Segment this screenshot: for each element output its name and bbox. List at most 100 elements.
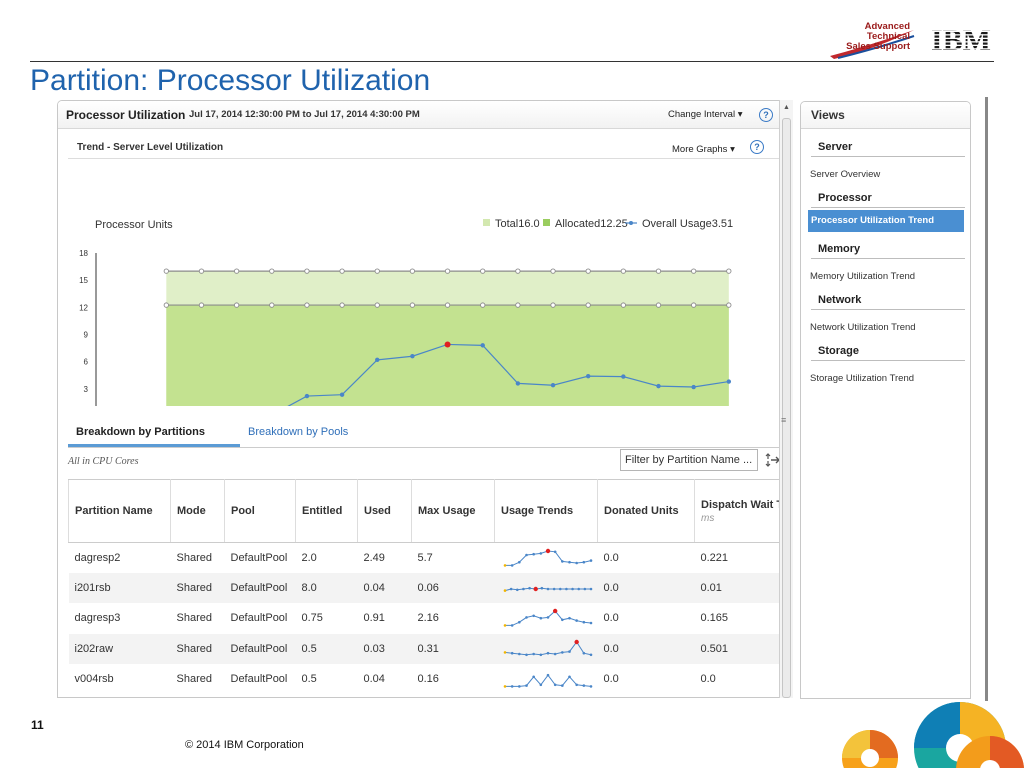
sparkline-point xyxy=(531,552,535,556)
col-usage-trends[interactable]: Usage Trends xyxy=(494,479,598,543)
sparkline-point xyxy=(546,651,549,655)
col-entitled[interactable]: Entitled xyxy=(295,479,358,543)
views-section-network: Network xyxy=(811,290,965,310)
cell-max-usage: 2.16 xyxy=(417,612,439,625)
col-donated-units[interactable]: Donated Units xyxy=(597,479,695,543)
point-total xyxy=(233,268,240,274)
col-partition-name[interactable]: Partition Name xyxy=(68,479,171,543)
sparkline-point xyxy=(540,586,543,590)
y-tick-label: 9 xyxy=(84,331,89,340)
cell-mode: Shared xyxy=(170,633,225,665)
point-overall-usage xyxy=(585,373,591,379)
cell-partition-name: v004rsb xyxy=(74,673,114,686)
help-icon[interactable]: ? xyxy=(750,140,764,154)
sparkline-point xyxy=(509,587,512,591)
sparkline-point xyxy=(567,650,571,653)
sparkline-point xyxy=(524,553,528,557)
sparkline-point xyxy=(553,683,556,687)
dropdown-caret-icon: ▾ xyxy=(730,144,735,155)
cell-pool: DefaultPool xyxy=(230,551,288,564)
point-allocated xyxy=(374,302,380,308)
table-row[interactable]: v004rsb Shared DefaultPool 0.5 0.04 0.16 0.0 0.… xyxy=(69,664,787,694)
tab-breakdown-pools[interactable]: Breakdown by Pools xyxy=(248,426,348,438)
window-scrollbar[interactable] xyxy=(985,97,988,701)
cell-partition-name: i201rsb xyxy=(68,572,171,604)
table-row[interactable]: i201rsb Shared DefaultPool 8.0 0.04 0.06 0.0 0.… xyxy=(68,572,786,604)
col-dispatch-wait-label: Dispatch Wait Time xyxy=(701,498,786,511)
sparkline-point xyxy=(573,639,579,645)
point-total xyxy=(480,268,486,274)
scrollbar-thumb[interactable] xyxy=(782,118,791,698)
panel-scrollbar[interactable]: ▲ xyxy=(779,100,793,698)
more-graphs-label: More Graphs xyxy=(672,144,728,155)
point-total xyxy=(163,268,169,274)
point-overall-usage xyxy=(621,374,626,379)
cell-entitled: 2.0 xyxy=(301,551,317,564)
view-item-memory-utilization-trend[interactable]: Memory Utilization Trend xyxy=(810,271,915,282)
y-tick-label: 12 xyxy=(79,303,88,312)
sparkline-point xyxy=(552,587,555,591)
cell-donated-units: 0.0 xyxy=(597,633,695,665)
sparkline-point xyxy=(558,587,562,591)
sparkline-point xyxy=(515,588,519,592)
more-graphs-menu[interactable]: More Graphs ▾ xyxy=(672,144,735,155)
col-used[interactable]: Used xyxy=(357,479,412,543)
col-max-usage[interactable]: Max Usage xyxy=(411,479,495,543)
cell-max-usage: 0.06 xyxy=(411,572,495,604)
legend-label: Total16.0 xyxy=(495,218,540,230)
sparkline-point xyxy=(560,618,564,622)
change-interval-menu[interactable]: Change Interval ▾ xyxy=(668,109,743,120)
sparkline-point xyxy=(539,653,542,656)
change-interval-label: Change Interval xyxy=(668,109,736,120)
point-total xyxy=(515,268,521,274)
point-allocated xyxy=(550,302,556,308)
view-item-network-utilization-trend[interactable]: Network Utilization Trend xyxy=(810,322,916,333)
cell-mode: Shared xyxy=(170,572,225,604)
usage-sparkline xyxy=(503,639,592,656)
area-allocated xyxy=(166,305,729,406)
table-row[interactable]: dagresp2 Shared DefaultPool 2.0 2.49 5.7 0.0 0.… xyxy=(69,543,787,573)
views-section-server: Server xyxy=(811,137,965,157)
point-total xyxy=(444,268,451,274)
cell-dispatch-wait: 0.165 xyxy=(700,612,729,625)
splitter-icon[interactable]: ≡ xyxy=(781,415,786,425)
title-rule xyxy=(30,61,994,62)
views-section-storage: Storage xyxy=(811,341,965,361)
col-pool[interactable]: Pool xyxy=(224,479,296,543)
table-row[interactable]: dagresp3 Shared DefaultPool 0.75 0.91 2.16 0.0… xyxy=(69,603,787,633)
cell-usage-trend xyxy=(495,543,598,573)
view-item-storage-utilization-trend[interactable]: Storage Utilization Trend xyxy=(810,373,914,384)
view-item-processor-utilization-trend[interactable]: Processor Utilization Trend xyxy=(808,210,964,232)
cell-dispatch-wait: 0.221 xyxy=(700,551,729,564)
point-allocated xyxy=(304,302,310,308)
tab-breakdown-partitions[interactable]: Breakdown by Partitions xyxy=(76,426,205,438)
cell-donated-units: 0.0 xyxy=(603,612,619,625)
point-allocated xyxy=(233,302,240,308)
panel-header: Processor Utilization Jul 17, 2014 12:30… xyxy=(58,101,786,129)
views-section-memory: Memory xyxy=(811,239,965,259)
sparkline-point xyxy=(546,587,549,591)
cell-max-usage: 5.7 xyxy=(417,551,433,564)
sparkline-point xyxy=(589,587,592,591)
sparkline-point xyxy=(510,651,513,655)
partition-filter-input[interactable]: Filter by Partition Name ... xyxy=(620,449,758,471)
dropdown-caret-icon: ▾ xyxy=(737,109,743,120)
col-mode[interactable]: Mode xyxy=(170,479,225,543)
chart-ylabel: Processor Units xyxy=(95,219,173,231)
col-dispatch-wait[interactable]: Dispatch Wait Time ms ▼ xyxy=(694,479,786,543)
point-allocated xyxy=(585,302,591,308)
cell-partition-name: dagresp2 xyxy=(74,551,121,564)
sparkline-point xyxy=(546,674,549,677)
table-row[interactable]: i202raw Shared DefaultPool 0.5 0.03 0.31 0.0 0.… xyxy=(68,633,786,665)
point-total xyxy=(374,268,380,274)
view-item-server-overview[interactable]: Server Overview xyxy=(810,169,880,180)
cell-mode: Shared xyxy=(176,551,212,564)
sparkline-point xyxy=(560,560,564,563)
cell-partition-name: i202raw xyxy=(68,633,171,665)
sparkline-point xyxy=(503,650,506,654)
cell-used: 0.03 xyxy=(357,633,412,665)
help-icon[interactable]: ? xyxy=(759,108,773,122)
scroll-up-arrow-icon[interactable]: ▲ xyxy=(783,104,790,111)
cell-entitled: 0.75 xyxy=(301,612,323,625)
point-total xyxy=(409,268,416,274)
